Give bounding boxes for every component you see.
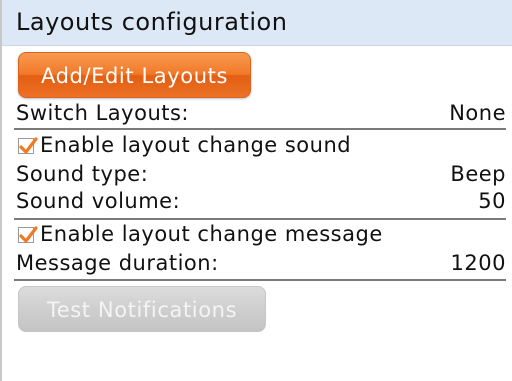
message-duration-value[interactable]: 1200 [451, 251, 506, 275]
message-duration-field[interactable]: Message duration: 1200 [16, 251, 506, 279]
layouts-configuration-screen: Layouts configuration Add/Edit Layouts S… [0, 0, 512, 381]
title-bar: Layouts configuration [2, 0, 512, 46]
checkmark-icon [19, 137, 38, 154]
sound-type-label: Sound type: [16, 162, 149, 186]
switch-layouts-label: Switch Layouts: [16, 101, 190, 125]
test-notifications-button: Test Notifications [18, 286, 266, 332]
page-title: Layouts configuration [16, 8, 288, 36]
switch-layouts-field[interactable]: Switch Layouts: None [16, 101, 506, 129]
enable-message-checkbox[interactable] [18, 226, 38, 243]
divider [14, 279, 506, 281]
enable-sound-checkbox-row[interactable]: Enable layout change sound [16, 133, 506, 161]
divider [14, 128, 506, 130]
divider [14, 218, 506, 220]
enable-sound-label: Enable layout change sound [40, 133, 352, 157]
enable-message-label: Enable layout change message [40, 222, 383, 246]
sound-volume-field[interactable]: Sound volume: 50 [16, 189, 506, 217]
message-duration-label: Message duration: [16, 251, 219, 275]
switch-layouts-value[interactable]: None [449, 101, 506, 125]
checkmark-icon [19, 226, 38, 243]
sound-type-value[interactable]: Beep [450, 162, 506, 186]
enable-message-checkbox-row[interactable]: Enable layout change message [16, 222, 506, 250]
add-edit-layouts-button[interactable]: Add/Edit Layouts [18, 52, 251, 98]
sound-volume-label: Sound volume: [16, 189, 181, 213]
sound-type-field[interactable]: Sound type: Beep [16, 162, 506, 190]
sound-volume-value[interactable]: 50 [478, 189, 506, 213]
enable-sound-checkbox[interactable] [18, 137, 38, 154]
